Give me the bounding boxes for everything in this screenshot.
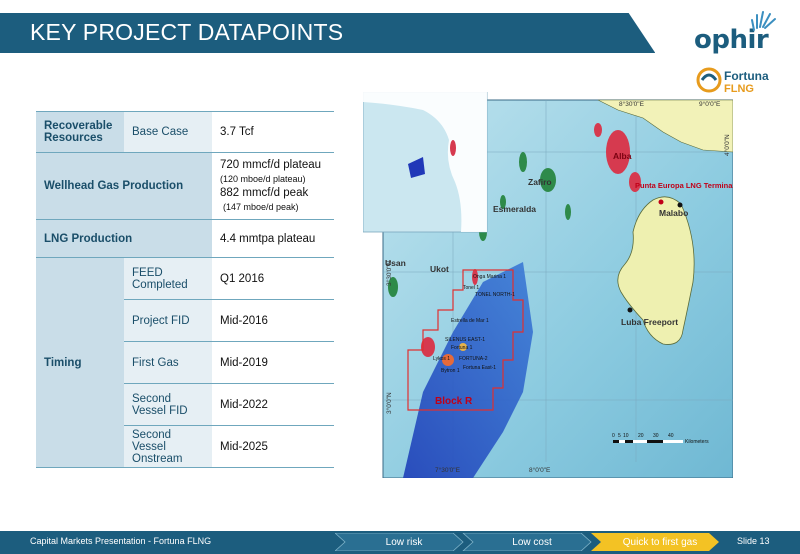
well-label: Fortuna East-1 [463, 365, 496, 371]
well-label: TONEL NORTH-1 [475, 292, 515, 298]
well-label: Onga Marina 1 [473, 274, 506, 280]
inset-field [450, 140, 456, 156]
map-label-punta-europa: Punta Europa LNG Terminal [635, 181, 733, 190]
well-label: Estrella de Mar 1 [451, 318, 489, 324]
fortuna-logo-text: Fortuna [724, 69, 769, 83]
row-sublabel: FEED Completed [124, 257, 212, 300]
table-row: Recoverable Resources Base Case 3.7 Tcf [36, 111, 334, 153]
row-sublabel: First Gas [124, 341, 212, 384]
well-label: Lykos 1 [433, 356, 450, 362]
row-sublabel: Base Case [124, 111, 212, 153]
row-label: Recoverable Resources [36, 111, 124, 153]
title-band-wedge [620, 0, 660, 60]
footer-caption: Capital Markets Presentation - Fortuna F… [30, 536, 212, 546]
map-label-malabo: Malabo [659, 208, 688, 218]
step-quick-to-first-gas: Quick to first gas [622, 537, 698, 548]
map-label-zafiro: Zafiro [528, 177, 552, 187]
row-value: Mid-2025 [212, 425, 334, 468]
map-label-ukot: Ukot [430, 264, 449, 274]
well-label: FORTUNA-2 [459, 356, 488, 362]
row-value: Mid-2019 [212, 341, 334, 384]
scale-unit: Kilometers [685, 439, 709, 445]
lon-tick: 7°30'0"E [435, 466, 461, 474]
table-row: Wellhead Gas Production 720 mmcf/d plate… [36, 152, 334, 220]
scale-tick: 20 [638, 433, 644, 439]
well-label: Fortuna 1 [451, 345, 473, 351]
well-label: SILENUS EAST-1 [445, 337, 485, 343]
ophir-sunburst-icon [751, 11, 776, 31]
map-label-block-r: Block R [435, 396, 473, 407]
table-row: LNG Production 4.4 mmtpa plateau [36, 219, 334, 258]
row-value: 3.7 Tcf [212, 111, 334, 153]
row-label: Timing [36, 257, 124, 468]
value-line: (147 mboe/d peak) [223, 202, 299, 212]
lat-tick: 4°0'0"N [723, 134, 731, 156]
value-line: (120 mboe/d plateau) [220, 174, 306, 184]
row-sublabel: Project FID [124, 299, 212, 342]
scale-tick: 30 [653, 433, 659, 439]
lon-tick: 8°30'0"E [619, 100, 645, 108]
table-row: Timing FEED Completed Q1 2016 [36, 257, 334, 468]
project-datapoints-table: Recoverable Resources Base Case 3.7 Tcf … [36, 111, 334, 468]
map-label-alba: Alba [613, 151, 632, 161]
block-r-location-map: Alba Punta Europa LNG Terminal Malabo Za… [363, 92, 733, 478]
row-value: 720 mmcf/d plateau (120 mboe/d plateau) … [212, 152, 334, 220]
value-line: 882 mmcf/d peak [220, 187, 309, 199]
row-value: Q1 2016 [212, 257, 334, 300]
map-label-esmeralda: Esmeralda [493, 204, 536, 214]
lon-tick: 9°0'0"E [699, 100, 721, 108]
map-label-luba-freeport: Luba Freeport [621, 317, 678, 327]
row-sublabel: Second Vessel Onstream [124, 425, 212, 468]
well-label: Tonel 1 [463, 285, 479, 291]
fortuna-flng-icon [696, 67, 722, 93]
row-sublabel: Second Vessel FID [124, 383, 212, 426]
slide-number: Slide 13 [737, 536, 770, 546]
scale-tick: 5 [618, 433, 621, 439]
lat-tick: 3°30'0"N [385, 260, 393, 286]
row-label: Wellhead Gas Production [36, 152, 212, 220]
lat-tick: 3°0'0"N [385, 392, 393, 414]
scale-tick: 40 [668, 433, 674, 439]
scale-tick: 10 [623, 433, 629, 439]
row-label: LNG Production [36, 219, 212, 258]
well-label: Bytron 1 [441, 368, 460, 374]
row-value: Mid-2016 [212, 299, 334, 342]
step-low-cost: Low cost [512, 537, 552, 548]
scale-tick: 0 [612, 433, 615, 439]
row-value: Mid-2022 [212, 383, 334, 426]
page-title: KEY PROJECT DATAPOINTS [30, 19, 344, 45]
value-line: 720 mmcf/d plateau [220, 159, 322, 171]
lon-tick: 8°0'0"E [529, 466, 551, 474]
row-value: 4.4 mmtpa plateau [212, 219, 334, 258]
step-low-risk: Low risk [385, 537, 423, 548]
